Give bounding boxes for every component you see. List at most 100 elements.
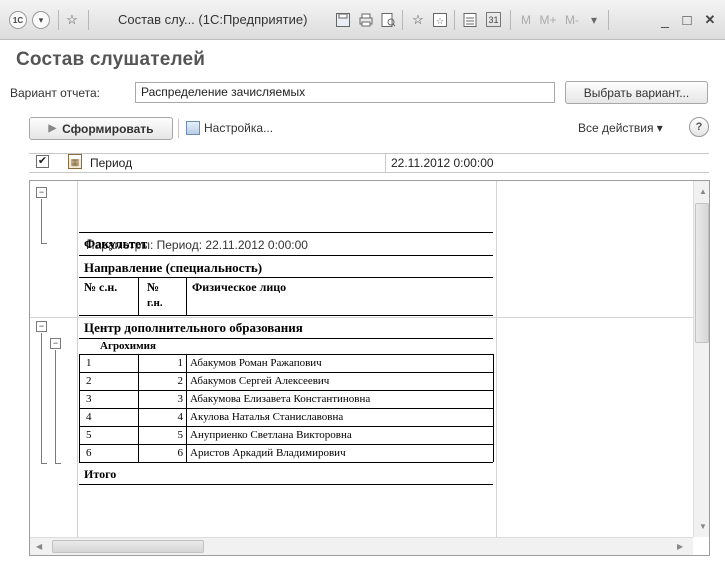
horizontal-scroll-thumb[interactable] xyxy=(52,540,204,553)
calendar-icon[interactable]: 31 xyxy=(486,12,501,27)
cell-gn: 3 xyxy=(177,393,184,405)
scroll-left-icon[interactable]: ◀ xyxy=(36,542,42,551)
menu-chevron-down-icon[interactable]: ▾ xyxy=(588,11,600,29)
table-border xyxy=(79,390,493,391)
divider xyxy=(58,10,59,30)
table-border xyxy=(79,462,493,463)
variant-field[interactable]: Распределение зачисляемых xyxy=(135,82,555,103)
report-document[interactable]: − − − Параметры: Период: 22.11.2012 0:00… xyxy=(29,180,710,556)
cell-person: Абакумова Елизавета Константиновна xyxy=(190,393,371,405)
cell-gn: 5 xyxy=(177,429,184,441)
window-title: Состав слу... (1С:Предприятие) xyxy=(118,12,308,27)
group-faculty: Центр дополнительного образования xyxy=(84,320,303,335)
cell-sn: 4 xyxy=(86,411,92,423)
tree-line xyxy=(41,463,47,464)
cell-gn: 4 xyxy=(177,411,184,423)
table-border xyxy=(79,232,493,233)
scroll-down-icon[interactable]: ▼ xyxy=(699,522,707,531)
1c-logo-icon[interactable]: 1С xyxy=(9,11,27,29)
generate-button[interactable]: ▶ Сформировать xyxy=(29,117,173,140)
divider xyxy=(608,10,609,30)
column-header-gn: № xyxy=(147,280,160,294)
settings-icon xyxy=(186,121,200,135)
horizontal-scrollbar[interactable]: ◀ ▶ xyxy=(30,537,693,555)
cell-person: Аристов Аркадий Владимирович xyxy=(190,447,346,459)
cell-person: Акулова Наталья Станиславовна xyxy=(190,411,344,423)
cell-gn: 2 xyxy=(177,375,184,387)
column-header-gn-sub: г.н. xyxy=(147,297,163,309)
settings-link[interactable]: Настройка... xyxy=(186,121,273,135)
choose-variant-button[interactable]: Выбрать вариант... xyxy=(565,81,708,104)
help-icon[interactable]: ? xyxy=(689,117,709,137)
tree-line xyxy=(55,463,61,464)
add-favorite-icon[interactable]: ☆ xyxy=(410,11,426,29)
calculator-icon[interactable] xyxy=(462,12,478,28)
grid-line xyxy=(496,181,497,537)
table-border xyxy=(79,484,493,485)
form-title: Состав слушателей xyxy=(16,49,206,70)
collapse-faculty-icon[interactable]: − xyxy=(36,321,47,332)
table-border xyxy=(79,372,493,373)
cell-person: Ануприенко Светлана Викторовна xyxy=(190,429,352,441)
table-border xyxy=(79,277,493,278)
collapse-direction-icon[interactable]: − xyxy=(50,338,61,349)
minimize-icon[interactable]: _ xyxy=(658,11,672,29)
period-label: Период xyxy=(90,156,133,170)
tree-line xyxy=(41,333,42,463)
favorites-list-icon[interactable]: ☆ xyxy=(432,12,448,28)
print-icon[interactable] xyxy=(358,12,374,28)
table-border xyxy=(79,426,493,427)
variant-label: Вариант отчета: xyxy=(10,86,100,100)
divider xyxy=(402,10,403,30)
table-border xyxy=(79,444,493,445)
table-border xyxy=(79,315,493,316)
title-bar: 1С ▾ ☆ Состав слу... (1С:Предприятие) ☆ … xyxy=(0,0,725,40)
scroll-right-icon[interactable]: ▶ xyxy=(677,542,683,551)
cell-sn: 5 xyxy=(86,429,92,441)
preview-icon[interactable] xyxy=(380,12,396,28)
all-actions-menu[interactable]: Все действия ▾ xyxy=(578,121,663,135)
column-header-sn: № с.н. xyxy=(84,280,118,294)
close-icon[interactable]: ✕ xyxy=(703,11,717,29)
divider xyxy=(88,10,89,30)
scroll-up-icon[interactable]: ▲ xyxy=(699,187,707,196)
header-faculty: Факультет xyxy=(84,236,148,251)
cell-person: Абакумов Сергей Алексеевич xyxy=(190,375,330,387)
settings-label: Настройка... xyxy=(204,121,274,135)
table-border xyxy=(79,408,493,409)
memory-minus-button[interactable]: M- xyxy=(563,11,581,29)
favorite-star-icon[interactable]: ☆ xyxy=(64,11,80,29)
cell-person: Абакумов Роман Ражапович xyxy=(190,357,322,369)
tree-line xyxy=(55,350,56,463)
vertical-scroll-thumb[interactable] xyxy=(695,203,709,343)
column-header-person: Физическое лицо xyxy=(192,280,287,294)
group-direction: Агрохимия xyxy=(100,340,156,352)
total-row: Итого xyxy=(84,467,117,481)
cell-gn: 6 xyxy=(177,447,184,459)
table-border xyxy=(138,277,139,315)
table-border xyxy=(186,277,187,315)
generate-button-label: Сформировать xyxy=(62,121,154,136)
grouping-gutter xyxy=(30,181,78,537)
memory-button[interactable]: M xyxy=(520,11,532,29)
table-border xyxy=(79,255,493,256)
table-border xyxy=(79,338,493,339)
cell-sn: 2 xyxy=(86,375,92,387)
tree-line xyxy=(41,243,47,244)
cell-sn: 6 xyxy=(86,447,92,459)
memory-plus-button[interactable]: M+ xyxy=(538,11,558,29)
period-value-field[interactable]: 22.11.2012 0:00:00 xyxy=(385,153,709,173)
save-icon[interactable] xyxy=(335,12,351,28)
cell-sn: 3 xyxy=(86,393,92,405)
period-checkbox[interactable]: ✔ xyxy=(36,155,49,168)
window-menu-button[interactable]: ▾ xyxy=(32,11,50,29)
collapse-header-icon[interactable]: − xyxy=(36,187,47,198)
tree-line xyxy=(41,199,42,243)
grid-line xyxy=(30,317,693,318)
maximize-icon[interactable]: □ xyxy=(680,11,694,29)
vertical-scrollbar[interactable]: ▲ ▼ xyxy=(693,181,709,537)
calendar-icon: ▦ xyxy=(68,154,82,169)
table-border xyxy=(493,354,494,462)
svg-text:☆: ☆ xyxy=(436,17,444,27)
header-direction: Направление (специальность) xyxy=(84,260,263,275)
